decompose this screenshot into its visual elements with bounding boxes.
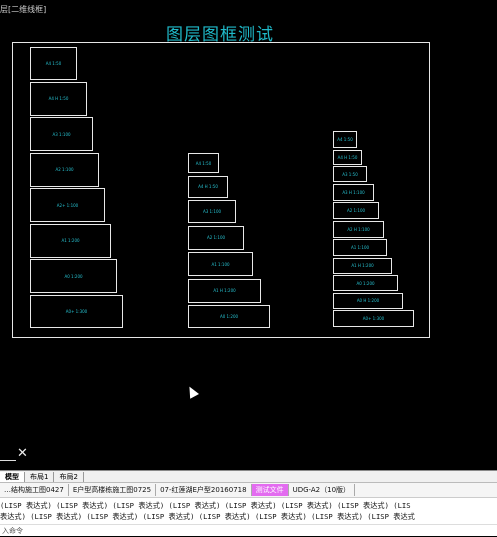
frame-label: A0+ 1:300 <box>65 308 88 314</box>
frame-rect[interactable]: A1 1:100 <box>188 252 253 276</box>
frame-rect[interactable]: A1 1:200 <box>30 223 111 258</box>
frame-rect[interactable]: A3 H 1:100 <box>333 183 374 201</box>
frame-label: A4 H 1:50 <box>337 154 358 160</box>
frame-rect[interactable]: A3 1:100 <box>30 117 93 151</box>
close-icon[interactable]: ✕ <box>17 447 28 461</box>
frame-rect[interactable]: A3 1:100 <box>188 200 236 223</box>
frame-rect[interactable]: A0 1:200 <box>30 259 117 293</box>
ucs-axis-icon <box>0 460 16 461</box>
tab-layout1[interactable]: 布局1 <box>25 471 55 482</box>
frame-label: A4 1:50 <box>45 61 62 66</box>
frame-label: A1 1:100 <box>350 245 370 250</box>
frame-rect[interactable]: A4 1:50 <box>333 131 357 148</box>
command-history-line: 表达式) (LISP 表达式) (LISP 表达式) (LISP 表达式) (L… <box>0 512 415 521</box>
frame-label: A0 1:200 <box>64 273 83 279</box>
file-tab-2[interactable]: E户型高楼栋施工图0725 <box>69 484 157 496</box>
frame-label: A0 H 1:200 <box>356 298 380 303</box>
frame-rect[interactable]: A2 1:100 <box>333 202 379 219</box>
file-tab-1[interactable]: …结构施工图0427 <box>0 484 69 496</box>
frame-rect[interactable]: A4 1:50 <box>188 153 219 173</box>
frame-rect[interactable]: A2 1:100 <box>30 152 99 187</box>
command-history: (LISP 表达式) (LISP 表达式) (LISP 表达式) (LISP 表… <box>0 497 497 525</box>
frame-rect[interactable]: A4 H 1:50 <box>333 149 362 165</box>
command-input[interactable]: 入命令 <box>0 524 497 536</box>
layout-tabs-bar: 模型 布局1 布局2 <box>0 470 497 482</box>
frame-label: A2 H 1:100 <box>347 226 370 232</box>
frame-rect[interactable]: A2 H 1:100 <box>333 220 384 238</box>
frame-label: A4 1:50 <box>337 137 353 142</box>
frame-rect[interactable]: A1 1:100 <box>333 239 387 256</box>
frame-label: A4 H 1:50 <box>48 96 69 101</box>
frame-rect[interactable]: A0 1:200 <box>333 275 398 291</box>
frame-rect[interactable]: A3 1:50 <box>333 166 367 182</box>
frame-label: A0+ 1:300 <box>362 316 385 321</box>
command-history-line: (LISP 表达式) (LISP 表达式) (LISP 表达式) (LISP 表… <box>0 501 411 510</box>
tab-layout2[interactable]: 布局2 <box>54 471 84 482</box>
frame-rect[interactable]: A0+ 1:300 <box>333 310 414 327</box>
file-tab-active[interactable]: 测试文件 <box>251 484 289 496</box>
frame-rect[interactable]: A0 H 1:200 <box>333 292 403 309</box>
cursor-arrow-icon <box>185 384 199 399</box>
frame-label: A0 1:200 <box>219 314 239 319</box>
frame-label: A1 1:200 <box>61 238 80 243</box>
frame-label: A1 1:100 <box>211 261 230 267</box>
file-tab-5[interactable]: UDG-A2（10版） <box>289 484 356 496</box>
frame-label: A2 1:100 <box>55 167 74 172</box>
frame-rect[interactable]: A0 1:200 <box>188 305 270 328</box>
frame-label: A4 H 1:50 <box>198 184 218 189</box>
frame-rect[interactable]: A1 H 1:200 <box>188 278 261 303</box>
frame-rect[interactable]: A0+ 1:300 <box>30 294 123 328</box>
frame-label: A1 H 1:200 <box>213 288 236 293</box>
frame-label: A4 1:50 <box>195 160 212 166</box>
tab-model[interactable]: 模型 <box>0 471 25 482</box>
frame-label: A1 H 1:200 <box>351 263 374 268</box>
frame-rect[interactable]: A4 H 1:50 <box>188 175 228 198</box>
frame-label: A2 1:100 <box>346 208 366 213</box>
frame-rect[interactable]: A2 1:100 <box>188 225 244 250</box>
frame-label: A2 1:100 <box>206 235 226 240</box>
frame-rect[interactable]: A4 H 1:50 <box>30 81 87 116</box>
frame-label: A3 1:100 <box>52 131 71 137</box>
frame-label: A3 1:50 <box>342 171 358 177</box>
file-tab-3[interactable]: 07-红莲湖E户型20160718 <box>156 484 252 496</box>
file-tabs-bar: …结构施工图0427 E户型高楼栋施工图0725 07-红莲湖E户型201607… <box>0 482 497 497</box>
frame-rect[interactable]: A4 1:50 <box>30 47 77 80</box>
frame-rect[interactable]: A2+ 1:100 <box>30 188 105 222</box>
viewport-label[interactable]: 层[二维线框] <box>0 4 46 18</box>
cad-window: 层[二维线框] 图层图框测试 A4 1:50 A4 H 1:50 A3 1:100 A… <box>0 0 497 536</box>
frame-label: A3 H 1:100 <box>342 189 365 195</box>
frame-label: A2+ 1:100 <box>56 202 79 208</box>
frame-label: A3 1:100 <box>202 209 222 214</box>
frame-label: A0 1:200 <box>356 280 375 286</box>
frame-rect[interactable]: A1 H 1:200 <box>333 257 392 274</box>
